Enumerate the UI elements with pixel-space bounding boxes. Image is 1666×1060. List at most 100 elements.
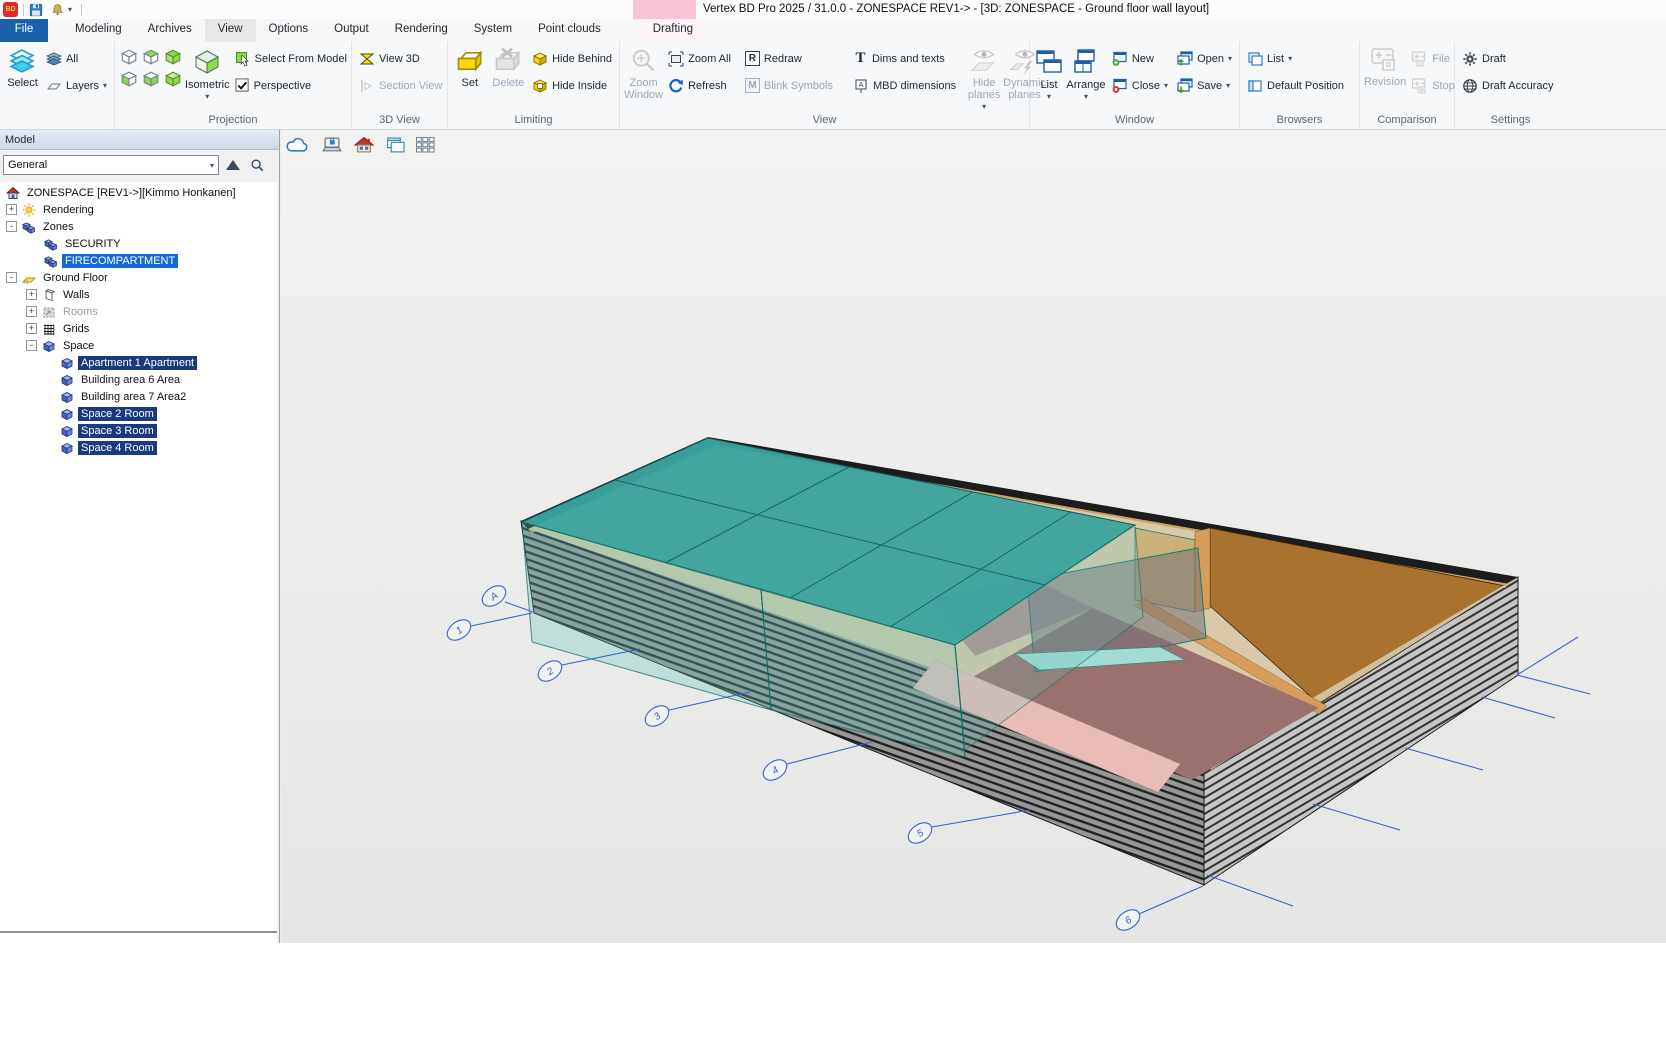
- group-label: Browsers: [1240, 113, 1359, 129]
- secure-session-icon[interactable]: [320, 136, 344, 154]
- up-triangle-icon: [226, 160, 240, 170]
- browsers-list-button[interactable]: List▾: [1244, 45, 1347, 72]
- window-new-button[interactable]: New: [1108, 45, 1171, 72]
- tree-search-button[interactable]: [247, 156, 267, 174]
- group-window: List▾ Arrange▾ New Close▾ Open▾: [1030, 42, 1240, 129]
- tree-row-building-area-6[interactable]: Building area 6 Area: [0, 371, 277, 388]
- projection-view-1-button[interactable]: [119, 47, 139, 67]
- window-arrange-button[interactable]: Arrange▾: [1066, 45, 1106, 103]
- select-from-model-button[interactable]: Select From Model: [232, 45, 350, 72]
- zoom-all-button[interactable]: Zoom All: [665, 45, 734, 72]
- all-button[interactable]: All: [43, 45, 110, 72]
- hide-behind-button[interactable]: Hide Behind: [529, 45, 615, 72]
- refresh-icon: [668, 78, 684, 94]
- window-open-button[interactable]: Open▾: [1173, 45, 1235, 72]
- draft-button[interactable]: Draft: [1459, 45, 1557, 72]
- cloud-icon[interactable]: [285, 136, 311, 154]
- tile-windows-icon[interactable]: [415, 136, 436, 154]
- tree-row-ground-floor[interactable]: - Ground Floor: [0, 269, 277, 286]
- layers-button[interactable]: Layers▾: [43, 72, 110, 99]
- panel-resize-strip[interactable]: [0, 931, 277, 943]
- expander-icon[interactable]: -: [26, 340, 37, 351]
- viewport-3d[interactable]: A 1 2 3 4 5 6: [281, 130, 1666, 943]
- select-button[interactable]: Select: [4, 45, 41, 89]
- tab-rendering[interactable]: Rendering: [382, 19, 461, 42]
- tab-modeling[interactable]: Modeling: [62, 19, 135, 42]
- refresh-button[interactable]: Refresh: [665, 72, 734, 99]
- hide-planes-icon: [967, 47, 1001, 75]
- space-cube-icon: [60, 441, 74, 455]
- tree-row-walls[interactable]: + Walls: [0, 286, 277, 303]
- app-logo-icon[interactable]: BD: [3, 2, 18, 17]
- tree-row-building-area-7[interactable]: Building area 7 Area2: [0, 388, 277, 405]
- space-cube-icon: [60, 356, 74, 370]
- window-open-icon: [1176, 50, 1193, 67]
- projection-view-5-button[interactable]: [141, 69, 161, 89]
- tree-row-rendering[interactable]: + Rendering: [0, 201, 277, 218]
- window-new-icon: [1111, 50, 1128, 67]
- model-browser-panel: Model General▾ ZONESPACE [REV1->][Kimmo …: [0, 130, 280, 943]
- tree-row-space-2[interactable]: Space 2 Room: [0, 405, 277, 422]
- expander-icon[interactable]: +: [26, 323, 37, 334]
- tree-row-grids[interactable]: + Grids: [0, 320, 277, 337]
- hide-inside-button[interactable]: Hide Inside: [529, 72, 615, 99]
- zones-icon: [22, 220, 36, 234]
- tree-row-apartment-1[interactable]: Apartment 1 Apartment: [0, 354, 277, 371]
- group-browsers: List▾ Default Position Browsers: [1240, 42, 1360, 129]
- notifications-icon[interactable]: [51, 3, 64, 16]
- window-close-button[interactable]: Close▾: [1108, 72, 1171, 99]
- perspective-checkbox[interactable]: Perspective: [232, 72, 350, 99]
- all-layers-icon: [46, 51, 62, 67]
- cascade-windows-icon[interactable]: [384, 136, 406, 154]
- view-3d-button[interactable]: View 3D: [356, 45, 445, 72]
- tab-view[interactable]: View: [205, 19, 256, 42]
- tree-row-rooms[interactable]: + Rooms: [0, 303, 277, 320]
- tree-row-space-4[interactable]: Space 4 Room: [0, 439, 277, 456]
- tree-row-zones[interactable]: - Zones: [0, 218, 277, 235]
- quick-access-caret-icon[interactable]: ▾: [68, 5, 72, 14]
- group-projection: Isometric▾ Select From Model Perspective…: [115, 42, 352, 129]
- expander-icon[interactable]: -: [6, 272, 17, 283]
- tree-filter-dropdown[interactable]: General▾: [3, 155, 219, 175]
- tab-file[interactable]: File: [0, 19, 48, 42]
- blink-symbols-button: M Blink Symbols: [742, 72, 836, 99]
- collapse-all-button[interactable]: [223, 156, 243, 174]
- tree-row-space-3[interactable]: Space 3 Room: [0, 422, 277, 439]
- tab-archives[interactable]: Archives: [135, 19, 205, 42]
- tab-system[interactable]: System: [461, 19, 525, 42]
- projection-view-4-button[interactable]: [119, 69, 139, 89]
- expander-icon[interactable]: +: [6, 204, 17, 215]
- projection-view-2-button[interactable]: [141, 47, 161, 67]
- isometric-button[interactable]: Isometric▾: [185, 45, 230, 103]
- tab-point-clouds[interactable]: Point clouds: [525, 19, 614, 42]
- set-button[interactable]: Set: [452, 45, 488, 89]
- save-icon[interactable]: [29, 3, 43, 17]
- title-bar: BD ▾ Vertex BD Pro 2025 / 31.0.0 - ZONES…: [0, 0, 1666, 19]
- group-label: Window: [1030, 113, 1239, 129]
- tree-row-root[interactable]: ZONESPACE [REV1->][Kimmo Honkanen]: [0, 184, 277, 201]
- projection-view-3-button[interactable]: [163, 47, 183, 67]
- expander-icon[interactable]: +: [26, 289, 37, 300]
- tab-output[interactable]: Output: [321, 19, 382, 42]
- draft-accuracy-button[interactable]: Draft Accuracy: [1459, 72, 1557, 99]
- comparison-stop-icon: [1411, 77, 1428, 94]
- drafting-highlight-block: [633, 0, 696, 19]
- mbd-dimensions-button[interactable]: MBD dimensions: [850, 72, 959, 99]
- panel-title: Model: [0, 130, 279, 150]
- redraw-button[interactable]: R Redraw: [742, 45, 836, 72]
- space-cube-icon: [60, 373, 74, 387]
- expander-icon[interactable]: -: [6, 221, 17, 232]
- default-position-button[interactable]: Default Position: [1244, 72, 1347, 99]
- tree-row-firecompartment[interactable]: FIRECOMPARTMENT: [0, 252, 277, 269]
- home-icon[interactable]: [353, 136, 375, 154]
- tree-row-security[interactable]: SECURITY: [0, 235, 277, 252]
- space-cube-icon: [60, 407, 74, 421]
- model-3d-scene[interactable]: A 1 2 3 4 5 6: [281, 130, 1666, 943]
- tree-row-space[interactable]: - Space: [0, 337, 277, 354]
- tab-drafting[interactable]: Drafting: [640, 19, 706, 42]
- window-save-button[interactable]: Save▾: [1173, 72, 1235, 99]
- projection-view-6-button[interactable]: [163, 69, 183, 89]
- expander-icon[interactable]: +: [26, 306, 37, 317]
- tab-options[interactable]: Options: [256, 19, 322, 42]
- dims-and-texts-button[interactable]: T Dims and texts: [850, 45, 959, 72]
